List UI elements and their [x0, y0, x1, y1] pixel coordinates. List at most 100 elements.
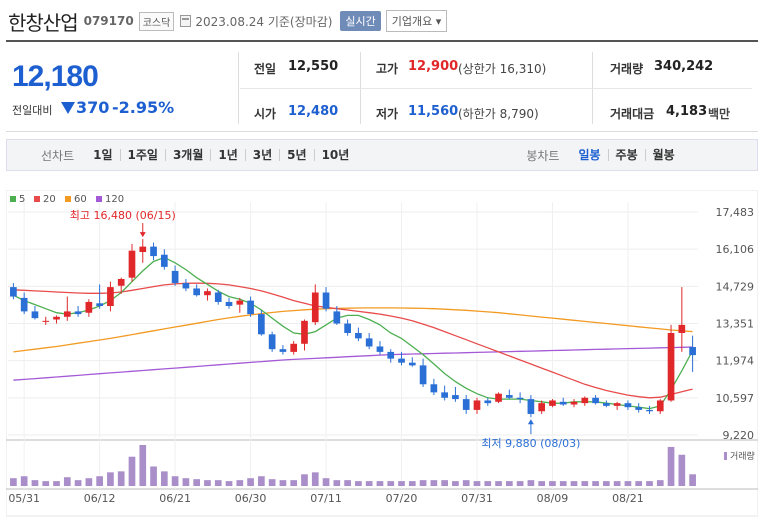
realtime-button[interactable]: 실시간 [340, 11, 381, 31]
volume-bar [31, 480, 39, 486]
open-value: 12,480 [288, 104, 339, 119]
x-tick-label: 06/12 [84, 492, 116, 505]
period-selector: 선차트 1일 1주일 3개월 1년 3년 5년 10년 봉차트 일봉 주봉 월봉 [6, 139, 758, 171]
volume-bar [139, 445, 147, 486]
period-1d[interactable]: 1일 [86, 149, 121, 161]
candle-body [193, 288, 201, 296]
candle-body [592, 397, 599, 404]
high-value: 12,900 [408, 59, 459, 74]
legend-swatch [65, 196, 71, 202]
period-1y[interactable]: 1년 [211, 149, 246, 161]
candle-body [452, 395, 459, 400]
candle-body [279, 349, 287, 352]
volume-bar [430, 480, 438, 486]
candle-body [624, 403, 632, 408]
candle-body [365, 338, 373, 347]
period-3y[interactable]: 3년 [246, 149, 281, 161]
volume-bar [10, 478, 17, 486]
legend-swatch [10, 196, 16, 202]
prev-close-label: 전일 [254, 62, 277, 76]
volume-bar [419, 480, 427, 486]
volume-bar [452, 481, 459, 486]
volume-bar [247, 478, 254, 486]
candle-monthly[interactable]: 월봉 [646, 149, 682, 161]
candle-body [63, 311, 71, 317]
candle-body [408, 362, 416, 366]
candle-body [96, 303, 103, 306]
candle-body [484, 400, 492, 404]
y-tick-label: 14,729 [716, 280, 755, 293]
volume-bar [301, 474, 308, 486]
candle-body [258, 314, 265, 335]
volume-label: 거래량 [610, 62, 644, 76]
candle-body [225, 301, 233, 306]
volume-bar [85, 478, 93, 486]
candle-body [419, 365, 427, 385]
volume-bar [322, 478, 330, 486]
period-3m[interactable]: 3개월 [166, 149, 212, 161]
ma120-line [13, 346, 693, 381]
candle-body [516, 397, 524, 400]
legend-label: 5 [19, 194, 25, 205]
volume-bar [570, 481, 578, 486]
x-tick-label: 08/09 [537, 492, 569, 505]
candle-body [635, 407, 643, 410]
volume-bar [603, 481, 610, 486]
volume-bar [376, 481, 384, 486]
low-value: 11,560 [408, 104, 459, 119]
candle-body [10, 287, 17, 297]
volume-bar [613, 481, 621, 486]
change-value: 370 [76, 98, 110, 117]
ma60-line [13, 307, 693, 353]
candle-body [387, 351, 395, 359]
volume-bar [53, 481, 60, 486]
volume-bar [549, 481, 556, 486]
volume-bar [635, 481, 643, 486]
y-tick-label: 13,351 [716, 318, 755, 331]
volume-bar [581, 481, 589, 486]
candle-body [139, 246, 147, 253]
y-tick-label: 16,106 [716, 243, 755, 256]
candle-body [268, 334, 276, 350]
candle-body [581, 397, 589, 404]
amount-label: 거래대금 [610, 107, 655, 121]
candle-body [678, 324, 686, 333]
period-10y[interactable]: 10년 [315, 149, 357, 161]
candle-body [150, 246, 157, 257]
y-tick-label: 9,220 [723, 429, 755, 442]
company-info-button[interactable]: 기업개요 ▾ [385, 10, 448, 32]
low-label: 저가 [376, 107, 399, 121]
candle-body [182, 283, 190, 289]
company-name: 한창산업 [8, 10, 79, 35]
candle-weekly[interactable]: 주봉 [609, 149, 646, 161]
candle-body [290, 343, 298, 352]
candle-body [570, 401, 578, 405]
candle-body [376, 346, 384, 352]
volume-bar [505, 481, 513, 486]
candle-body [333, 311, 341, 324]
price-chart[interactable]: 17,483 16,106 14,729 13,351 11,974 10,597 9,22… [5, 189, 759, 518]
down-arrow-icon [61, 102, 75, 114]
volume-bar [204, 480, 211, 486]
candle-body [398, 358, 405, 363]
period-1w[interactable]: 1주일 [121, 149, 166, 161]
period-5y[interactable]: 5년 [280, 149, 315, 161]
candle-body [20, 297, 28, 312]
y-tick-label: 10,597 [716, 392, 755, 405]
y-tick-label: 17,483 [716, 206, 755, 219]
legend-label: 120 [105, 194, 124, 205]
volume-bar [408, 481, 416, 486]
volume-bar [150, 466, 157, 486]
market-badge: 코스닥 [138, 11, 175, 31]
amount-value: 4,183 [666, 104, 708, 119]
volume-bar [171, 476, 179, 486]
calendar-icon [180, 15, 192, 27]
volume-bar [646, 481, 653, 486]
legend-swatch [34, 196, 40, 202]
candle-body [53, 316, 60, 320]
chart-svg: 17,483 16,106 14,729 13,351 11,974 10,597 9,22… [5, 189, 759, 517]
candle-daily[interactable]: 일봉 [571, 149, 609, 161]
volume-legend-swatch [724, 452, 727, 460]
candle-body [538, 403, 546, 412]
candle-body [311, 292, 319, 323]
